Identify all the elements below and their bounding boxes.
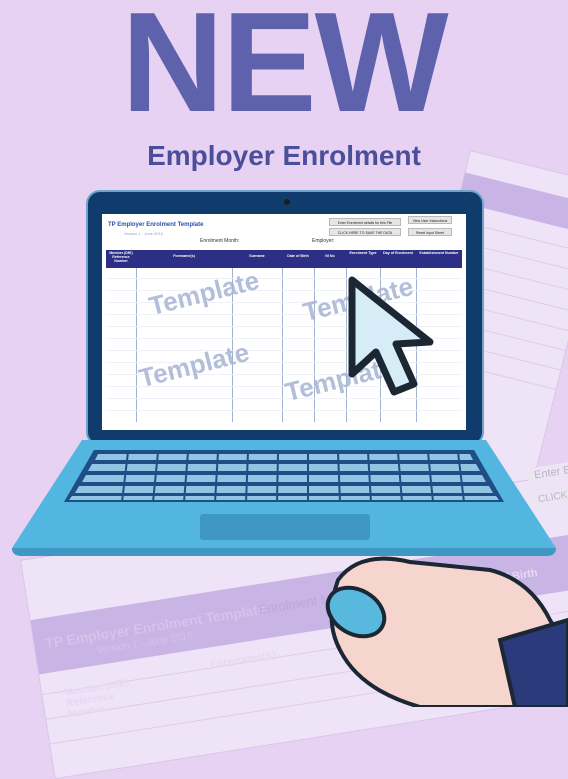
mouse-icon [325, 585, 387, 639]
camera-icon [284, 199, 290, 205]
spreadsheet-screen: TP Employer Enrolment Template Version 1… [102, 214, 466, 430]
subheading: Employer Enrolment [147, 140, 421, 171]
column-enrolment-type: Enrolment Type [349, 251, 377, 255]
column-ni: NI No [325, 254, 335, 258]
column-establishment: Establishment Number [419, 251, 459, 255]
cursor-arrow-icon [348, 276, 434, 396]
column-member-ref: Member (DfE) Reference Number [109, 251, 133, 263]
headline-new: NEW [121, 0, 448, 142]
column-surname: Surname [249, 254, 265, 258]
employer-label: Employer: [312, 238, 335, 244]
grid-row [106, 410, 462, 411]
enrolment-month-label: Enrolment Month: [200, 238, 240, 244]
column-forename: Forename(s) [173, 254, 195, 258]
reset-sheet-button[interactable]: Reset Input Sheet [408, 228, 452, 236]
sheet-title: TP Employer Enrolment Template [108, 222, 204, 228]
column-dob: Date of Birth [287, 254, 309, 258]
column-day-of-enrolment: Day of Enrolment [383, 251, 413, 255]
laptop-screen-frame: TP Employer Enrolment Template Version 1… [86, 190, 484, 446]
sheet-version: Version 1 - June 2016 [124, 231, 163, 236]
save-data-button[interactable]: CLICK HERE TO SAVE THE DATA [329, 228, 401, 236]
enter-details-button[interactable]: Enter Enrolment details for this File [329, 218, 401, 226]
table-header: Member (DfE) Reference Number Forename(s… [106, 250, 462, 268]
view-instructions-button[interactable]: View User Instructions [408, 216, 452, 224]
